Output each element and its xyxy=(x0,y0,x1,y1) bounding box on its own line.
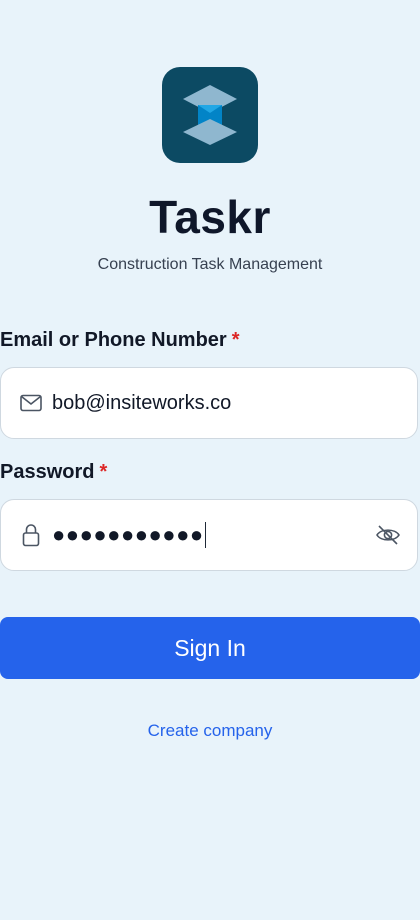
eye-off-icon[interactable] xyxy=(374,521,402,549)
email-label: Email or Phone Number * xyxy=(0,329,240,352)
password-masked-value: ●●●●●●●●●●● xyxy=(52,522,204,547)
required-marker: * xyxy=(231,329,240,351)
password-label-text: Password xyxy=(0,461,95,483)
text-caret xyxy=(204,522,207,548)
password-input[interactable]: ●●●●●●●●●●● xyxy=(52,522,374,548)
email-value[interactable]: bob@insiteworks.co xyxy=(52,392,417,415)
create-company-link[interactable]: Create company xyxy=(0,721,420,741)
app-title: Taskr xyxy=(149,191,271,243)
password-field[interactable]: ●●●●●●●●●●● xyxy=(0,499,418,571)
email-field[interactable]: bob@insiteworks.co xyxy=(0,367,418,439)
required-marker: * xyxy=(99,461,108,483)
lock-icon xyxy=(18,522,44,548)
app-subtitle: Construction Task Management xyxy=(97,256,323,273)
stacked-layers-logo-icon xyxy=(183,85,237,145)
sign-in-button[interactable]: Sign In xyxy=(0,617,420,679)
app-logo xyxy=(162,67,258,163)
password-label: Password * xyxy=(0,461,107,484)
mail-icon xyxy=(18,390,44,416)
email-label-text: Email or Phone Number xyxy=(0,329,227,351)
